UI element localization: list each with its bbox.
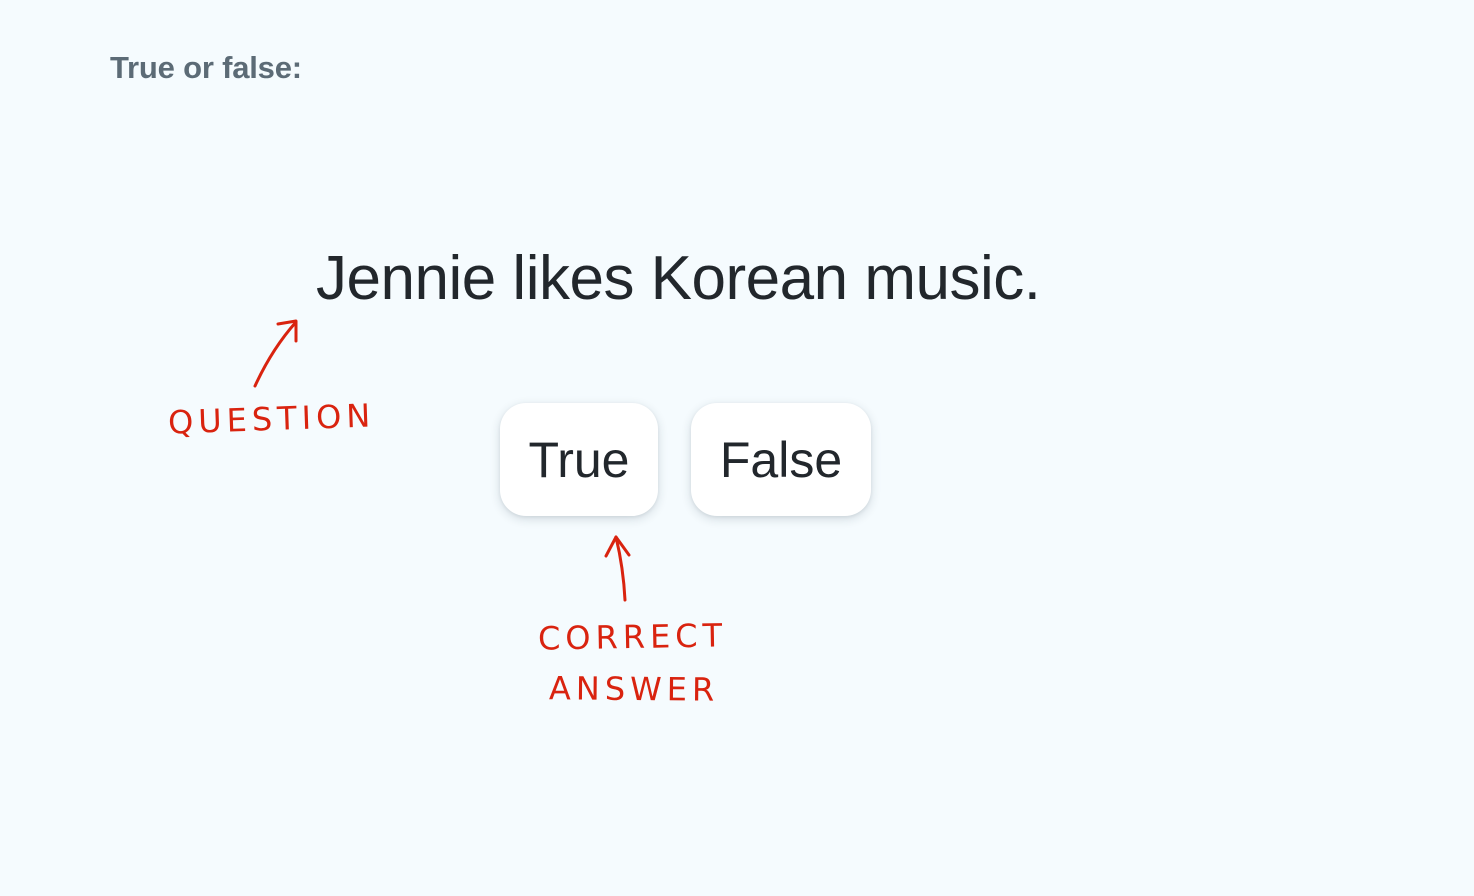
correct-answer-arrow [604,535,631,602]
answer-annotation: ANSWER [548,669,720,709]
correct-annotation: CORRECT [537,616,728,658]
question-text: Jennie likes Korean music. [316,244,1041,313]
question-annotation: QUESTION [167,396,376,442]
true-button[interactable]: True [500,403,658,516]
question-arrow [253,319,298,388]
instruction-label: True or false: [110,50,302,85]
false-button[interactable]: False [691,403,871,516]
